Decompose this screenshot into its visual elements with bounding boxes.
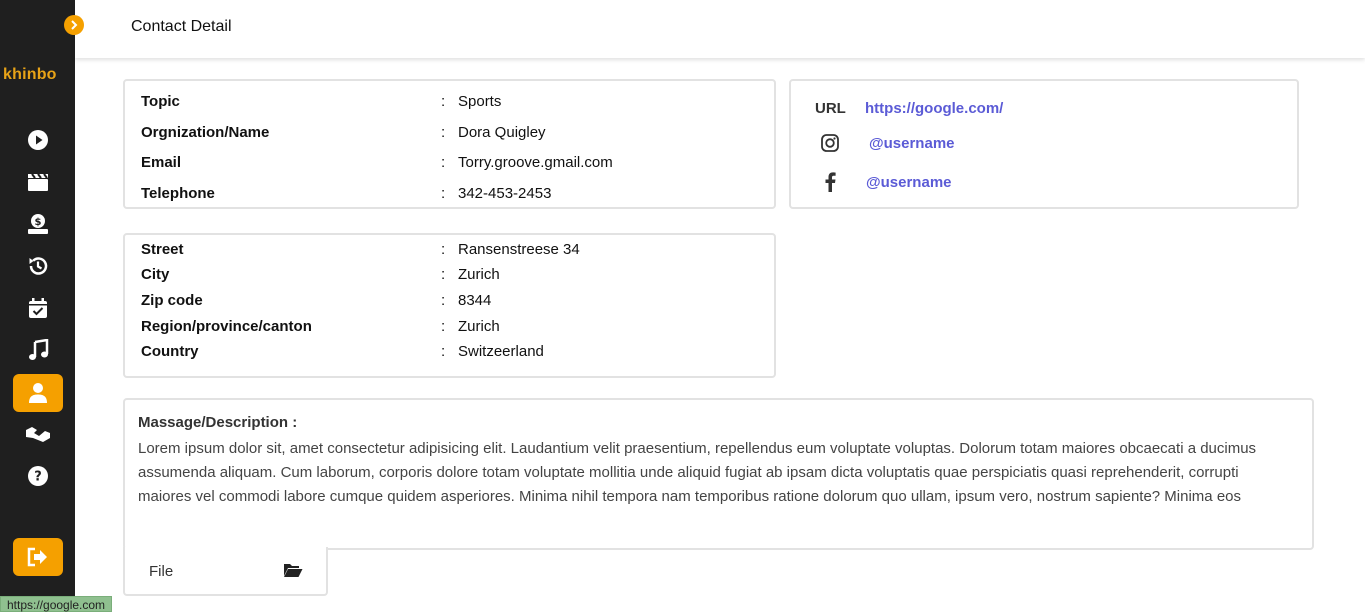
sidebar-item-calendar[interactable] xyxy=(13,289,63,327)
sidebar-item-history[interactable] xyxy=(13,247,63,285)
field-separator: : xyxy=(441,266,446,283)
address-row-region: Region/province/canton : Zurich xyxy=(141,318,761,335)
field-separator: : xyxy=(441,93,446,110)
sidebar-item-contacts[interactable] xyxy=(13,374,63,412)
sidebar-toggle-button[interactable] xyxy=(64,15,84,35)
info-row-organization: Orgnization/Name : Dora Quigley xyxy=(141,124,761,141)
money-hand-icon: $ xyxy=(28,214,48,234)
folder-open-icon[interactable] xyxy=(283,562,303,578)
instagram-row: @username xyxy=(821,134,955,152)
facebook-row: @username xyxy=(824,172,952,192)
field-label: Telephone xyxy=(141,185,215,202)
field-value: Zurich xyxy=(458,318,500,335)
field-label: Region/province/canton xyxy=(141,318,312,335)
field-separator: : xyxy=(441,154,446,171)
sidebar: khinbo $ ? xyxy=(0,0,75,612)
history-icon xyxy=(29,257,48,275)
instagram-link[interactable]: @username xyxy=(869,135,955,152)
info-row-topic: Topic : Sports xyxy=(141,93,761,110)
help-icon: ? xyxy=(28,466,48,486)
logout-icon xyxy=(27,547,47,567)
file-label: File xyxy=(149,563,174,580)
calendar-check-icon xyxy=(29,298,47,318)
sidebar-item-partners[interactable] xyxy=(13,415,63,453)
field-separator: : xyxy=(441,343,446,360)
field-separator: : xyxy=(441,185,446,202)
field-label: Zip code xyxy=(141,292,203,309)
field-label: Email xyxy=(141,154,182,171)
page-header: Contact Detail xyxy=(75,0,1365,58)
address-row-country: Country : Switzeerland xyxy=(141,343,761,360)
play-circle-icon xyxy=(28,130,48,150)
field-value: Sports xyxy=(458,93,502,110)
field-label: City xyxy=(141,266,170,283)
svg-text:$: $ xyxy=(35,217,42,228)
description-text: Lorem ipsum dolor sit, amet consectetur … xyxy=(138,440,1257,505)
contact-info-card: Topic : Sports Orgnization/Name : Dora Q… xyxy=(123,79,776,209)
facebook-icon xyxy=(825,172,836,192)
sidebar-item-music[interactable] xyxy=(13,331,63,369)
url-row: URL https://google.com/ xyxy=(815,100,1003,117)
svg-text:?: ? xyxy=(34,470,42,485)
sidebar-item-media[interactable] xyxy=(13,163,63,201)
field-value: 8344 xyxy=(458,292,492,309)
field-label: Street xyxy=(141,241,184,258)
page-title: Contact Detail xyxy=(131,18,232,35)
sidebar-item-help[interactable]: ? xyxy=(13,457,63,495)
handshake-icon xyxy=(26,427,50,442)
address-row-street: Street : Ransenstreese 34 xyxy=(141,241,761,258)
sidebar-item-payments[interactable]: $ xyxy=(13,205,63,243)
field-value: Torry.groove.gmail.com xyxy=(458,154,613,171)
music-icon xyxy=(29,339,49,360)
sidebar-item-play[interactable] xyxy=(13,121,63,159)
info-row-telephone: Telephone : 342-453-2453 xyxy=(141,185,761,202)
field-value: 342-453-2453 xyxy=(458,185,552,202)
field-separator: : xyxy=(441,124,446,141)
field-value: Switzeerland xyxy=(458,343,544,360)
field-separator: : xyxy=(441,292,446,309)
field-value: Zurich xyxy=(458,266,500,283)
brand-logo: khinbo xyxy=(3,66,57,83)
field-label: Orgnization/Name xyxy=(141,124,270,141)
facebook-link[interactable]: @username xyxy=(866,174,952,191)
website-link[interactable]: https://google.com/ xyxy=(865,100,1003,117)
instagram-icon xyxy=(821,134,839,152)
address-row-zip: Zip code : 8344 xyxy=(141,292,761,309)
user-icon xyxy=(29,383,47,403)
description-title: Massage/Description : xyxy=(138,414,298,431)
chevron-right-icon xyxy=(71,20,78,30)
file-attachment[interactable]: File xyxy=(123,547,328,596)
social-links-card: URL https://google.com/ @username @usern… xyxy=(789,79,1299,209)
field-label: Country xyxy=(141,343,199,360)
address-card: Street : Ransenstreese 34 City : Zurich … xyxy=(123,233,776,378)
field-label: Topic xyxy=(141,93,180,110)
description-card: Massage/Description : Lorem ipsum dolor … xyxy=(123,398,1314,550)
field-value: Dora Quigley xyxy=(458,124,546,141)
browser-status-url: https://google.com xyxy=(0,596,113,612)
clapperboard-icon xyxy=(28,173,48,191)
address-row-city: City : Zurich xyxy=(141,266,761,283)
info-row-email: Email : Torry.groove.gmail.com xyxy=(141,154,761,171)
field-value: Ransenstreese 34 xyxy=(458,241,580,258)
field-separator: : xyxy=(441,318,446,335)
url-label: URL xyxy=(815,100,846,117)
field-separator: : xyxy=(441,241,446,258)
logout-button[interactable] xyxy=(13,538,63,576)
